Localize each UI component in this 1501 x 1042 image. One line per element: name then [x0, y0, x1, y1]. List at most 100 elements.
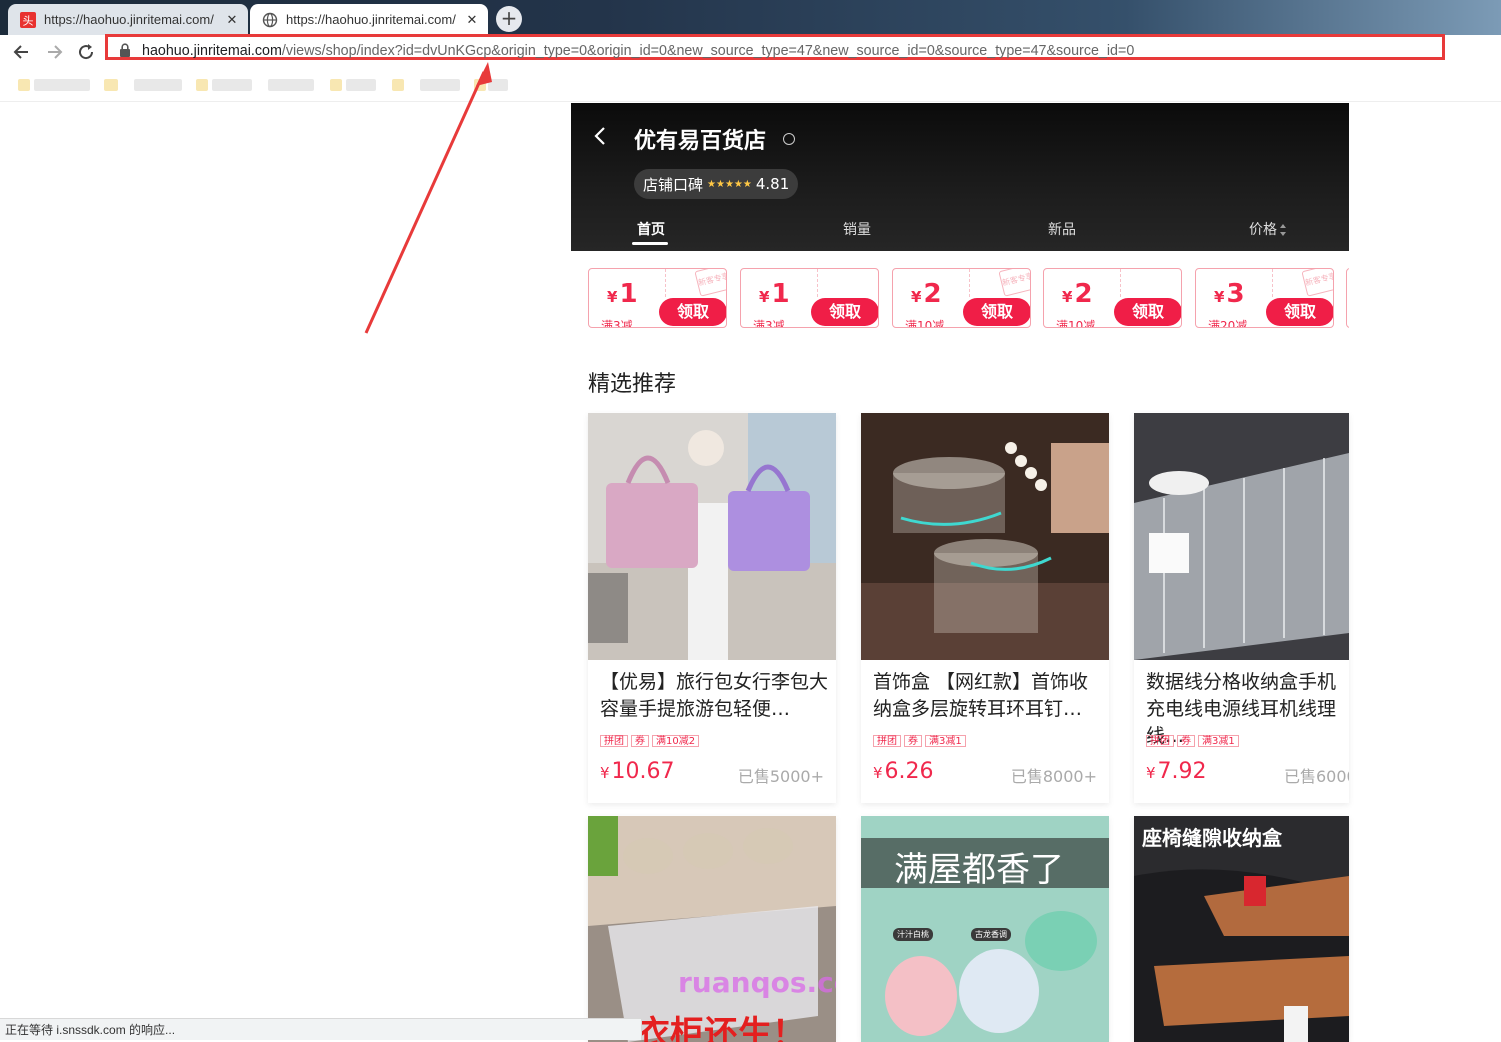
claim-coupon-button[interactable]: 领取	[1114, 298, 1181, 326]
tab-title: https://haohuo.jinritemai.com/	[44, 12, 214, 27]
tag-coupon: 券	[631, 735, 649, 747]
shop-header: 优有易百货店 店铺口碑 ★★★★★ 4.81 首页 销量 新品 价格	[571, 103, 1349, 251]
url-path: /views/shop/index?id=dvUnKGcp&origin_typ…	[281, 43, 1135, 59]
tag-group-buy: 拼团	[1146, 735, 1174, 747]
coupon-card: 新客专享 ¥1 满3减 领取	[588, 268, 727, 328]
tag-group-buy: 拼团	[873, 735, 901, 747]
tag-group-buy: 拼团	[600, 735, 628, 747]
lock-icon	[120, 43, 130, 57]
sold-count: 已售8000+	[1010, 767, 1097, 786]
product-price: ¥6.26	[873, 759, 934, 784]
toutiao-red-icon: 头	[20, 11, 36, 28]
coupon-amount: ¥2	[911, 279, 942, 309]
coupon-condition: 满10减	[1056, 319, 1096, 328]
product-name: 【优易】旅行包女行李包大容量手提旅游包轻便…	[600, 671, 829, 720]
product-image-cable-organizer[interactable]	[1134, 413, 1349, 660]
rating-label: 店铺口碑	[643, 175, 704, 194]
scent-label: 古龙香调	[971, 928, 1011, 941]
sold-count: 已售6000+	[1284, 767, 1349, 786]
coupon-condition: 满20减	[1208, 319, 1248, 328]
product-tags: 拼团 券 满10减2	[600, 735, 700, 747]
reload-icon[interactable]	[76, 42, 96, 62]
stars-icon: ★★★★★	[707, 178, 752, 190]
product-image-travel-bag[interactable]	[588, 413, 836, 660]
tab-strip: 头 https://haohuo.jinritemai.com/ ✕ https…	[0, 0, 1501, 35]
coupon-amount: ¥1	[759, 279, 790, 309]
product-image-air-freshener[interactable]: 满屋都香了 汁汁白桃 古龙香调	[861, 816, 1109, 1042]
image-caption: 座椅缝隙收纳盒	[1142, 826, 1282, 850]
coupon-card-partial	[1346, 268, 1349, 328]
product-card[interactable]: 衣柜还生！ ruanqos.com	[588, 816, 836, 1042]
bookmarks-bar-blurred	[0, 69, 1501, 102]
browser-tab-1[interactable]: 头 https://haohuo.jinritemai.com/ ✕	[8, 4, 248, 35]
product-tags: 拼团 券 满3减1	[873, 735, 966, 747]
back-arrow-icon[interactable]	[12, 42, 32, 62]
active-tab-indicator	[632, 242, 668, 245]
product-image-seat-gap-organizer[interactable]: 座椅缝隙收纳盒	[1134, 816, 1349, 1042]
section-title: 精选推荐	[588, 372, 677, 397]
product-name: 首饰盒 【网红款】首饰收纳盒多层旋转耳环耳钉…	[873, 671, 1089, 720]
tab-title: https://haohuo.jinritemai.com/	[286, 12, 456, 27]
shop-name[interactable]: 优有易百货店	[634, 123, 766, 155]
claim-coupon-button[interactable]: 领取	[1266, 298, 1333, 326]
info-icon[interactable]	[783, 133, 795, 145]
coupon-card: ¥2 满10减 领取	[1043, 268, 1182, 328]
tab-price-label: 价格	[1249, 222, 1277, 238]
coupon-card: ¥1 满3减 领取	[740, 268, 879, 328]
coupon-amount: ¥3	[1214, 279, 1245, 309]
svg-text:头: 头	[23, 14, 34, 27]
product-card[interactable]: 数据线分格收纳盒手机充电线电源线耳机线理线… 拼团 券 满3减1 ¥7.92 已…	[1134, 413, 1349, 803]
shop-tabs: 首页 销量 新品 价格	[571, 215, 1349, 251]
forward-arrow-icon[interactable]	[44, 42, 64, 62]
tag-coupon: 券	[904, 735, 922, 747]
new-customer-stamp: 新客专享	[694, 269, 726, 297]
shop-rating-badge[interactable]: 店铺口碑 ★★★★★ 4.81	[634, 169, 799, 199]
tab-sales[interactable]: 销量	[843, 219, 871, 239]
sort-arrows-icon	[1280, 224, 1286, 236]
product-card[interactable]: 首饰盒 【网红款】首饰收纳盒多层旋转耳环耳钉… 拼团 券 满3减1 ¥6.26 …	[861, 413, 1109, 803]
coupon-strip: 新客专享 ¥1 满3减 领取 ¥1 满3减 领取 新客专享 ¥2 满10减 领取…	[588, 268, 1349, 328]
coupon-card: 新客专享 ¥2 满10减 领取	[892, 268, 1031, 328]
claim-coupon-button[interactable]: 领取	[659, 298, 726, 326]
product-image-jewelry-box[interactable]	[861, 413, 1109, 660]
globe-icon	[262, 12, 278, 27]
coupon-card: 新客专享 ¥3 满20减 领取	[1195, 268, 1334, 328]
close-icon[interactable]: ✕	[222, 12, 242, 28]
status-bar: 正在等待 i.snssdk.com 的响应...	[0, 1018, 642, 1040]
tag-discount: 满10减2	[652, 735, 700, 747]
product-tags: 拼团 券 满3减1	[1146, 735, 1239, 747]
address-bar-url[interactable]: haohuo.jinritemai.com/views/shop/index?i…	[142, 43, 1134, 59]
back-chevron-icon[interactable]	[593, 125, 607, 147]
browser-tab-2[interactable]: https://haohuo.jinritemai.com/ ✕	[250, 4, 488, 35]
tag-discount: 满3减1	[925, 735, 966, 747]
product-price: ¥10.67	[600, 759, 675, 784]
image-caption: 衣柜还生！	[636, 1014, 806, 1042]
product-image-drawer-organizer[interactable]: 衣柜还生！ ruanqos.com	[588, 816, 836, 1042]
sold-count: 已售5000+	[737, 767, 824, 786]
new-customer-stamp: 新客专享	[1301, 269, 1333, 297]
coupon-condition: 满3减	[601, 319, 633, 328]
tag-coupon: 券	[1177, 735, 1195, 747]
close-icon[interactable]: ✕	[462, 12, 482, 28]
watermark: ruanqos.com	[678, 966, 836, 999]
product-price: ¥7.92	[1146, 759, 1207, 784]
scent-label: 汁汁白桃	[893, 928, 933, 941]
tab-new[interactable]: 新品	[1048, 219, 1076, 239]
product-card[interactable]: 【优易】旅行包女行李包大容量手提旅游包轻便… 拼团 券 满10减2 ¥10.67…	[588, 413, 836, 803]
claim-coupon-button[interactable]: 领取	[963, 298, 1030, 326]
url-host: haohuo.jinritemai.com	[142, 43, 282, 59]
tab-home[interactable]: 首页	[637, 219, 665, 239]
new-customer-stamp: 新客专享	[998, 269, 1030, 297]
product-card[interactable]: 满屋都香了 汁汁白桃 古龙香调	[861, 816, 1109, 1042]
new-tab-button[interactable]: +	[496, 6, 522, 32]
image-caption: 满屋都香了	[894, 850, 1064, 890]
coupon-amount: ¥1	[607, 279, 638, 309]
claim-coupon-button[interactable]: 领取	[811, 298, 878, 326]
coupon-condition: 满10减	[905, 319, 945, 328]
tag-discount: 满3减1	[1198, 735, 1239, 747]
tab-price[interactable]: 价格	[1249, 219, 1287, 239]
rating-value: 4.81	[755, 175, 790, 193]
product-card[interactable]: 座椅缝隙收纳盒	[1134, 816, 1349, 1042]
coupon-condition: 满3减	[753, 319, 785, 328]
coupon-amount: ¥2	[1062, 279, 1093, 309]
